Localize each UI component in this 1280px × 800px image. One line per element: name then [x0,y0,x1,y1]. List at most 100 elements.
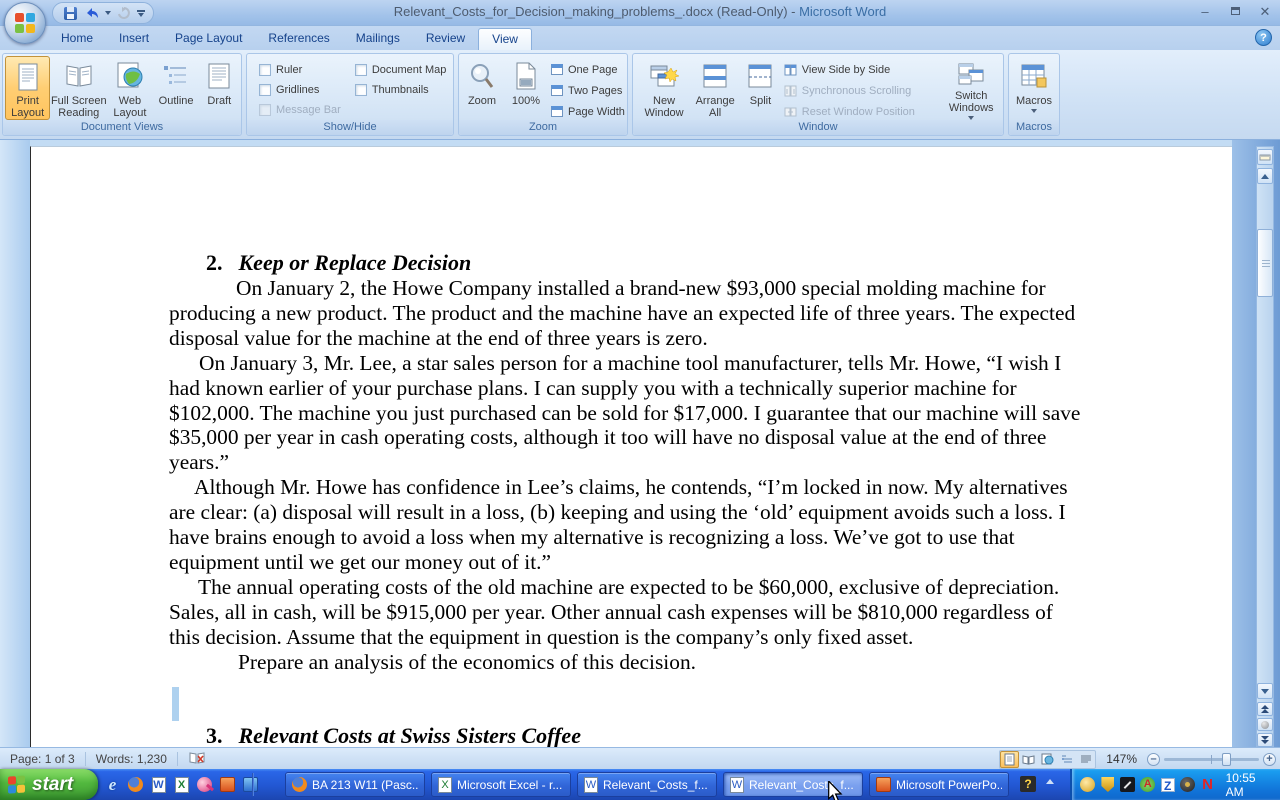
tab-insert[interactable]: Insert [106,28,162,50]
zoom-button[interactable]: Zoom [461,56,503,120]
quick-launch-bar: e W X [104,769,259,800]
scrollbar-thumb[interactable] [1257,229,1273,297]
view-ruler-toggle-button[interactable] [1257,149,1273,165]
start-label: start [32,774,73,796]
macros-label: Macros [1016,95,1052,107]
new-window-button[interactable]: New Window [641,56,687,120]
proofing-status-button[interactable] [178,751,216,767]
page-width-button[interactable]: Page Width [549,103,625,120]
tab-mailings[interactable]: Mailings [343,28,413,50]
group-show-hide: Ruler Gridlines Message Bar Document Map… [246,53,454,136]
taskbar-button-word-1[interactable]: W Relevant_Costs_f... [577,772,717,797]
tray-messenger-icon[interactable] [1080,777,1096,793]
help-button[interactable]: ? [1255,29,1272,46]
tab-home[interactable]: Home [48,28,106,50]
paragraph-5[interactable]: Prepare an analysis of the economics of … [169,650,1087,675]
print-layout-icon [11,60,45,93]
paragraph-3[interactable]: Although Mr. Howe has confidence in Lee’… [169,475,1087,575]
word-launch-icon[interactable]: W [150,776,167,793]
heading2-number: 2. [206,250,223,275]
draft-button[interactable]: Draft [200,56,239,120]
view-web-layout-button[interactable] [1038,751,1057,768]
previous-page-button[interactable] [1257,702,1273,716]
view-side-by-side-label: View Side by Side [802,64,890,76]
synchronous-scrolling-label: Synchronous Scrolling [802,85,911,97]
tab-page-layout[interactable]: Page Layout [162,28,255,50]
help-tray-button[interactable]: ? [1020,776,1036,792]
taskbar-clock[interactable]: 10:55 AM [1220,771,1280,799]
internet-explorer-icon[interactable]: e [104,776,121,793]
web-layout-button[interactable]: Web Layout [107,56,152,120]
synchronous-scrolling-button: Synchronous Scrolling [782,82,938,99]
select-browse-object-button[interactable] [1257,718,1273,731]
scroll-down-button[interactable] [1257,683,1273,699]
tab-review[interactable]: Review [413,28,478,50]
view-print-layout-icon [1004,753,1015,766]
view-full-screen-button[interactable] [1019,751,1038,768]
heading3-title: Relevant Costs at Swiss Sisters Coffee [239,723,581,748]
blue-app-icon[interactable] [242,776,259,793]
heading-keep-or-replace[interactable]: 2.Keep or Replace Decision [169,249,1087,276]
excel-launch-icon[interactable]: X [173,776,190,793]
macros-button[interactable]: Macros [1011,56,1057,120]
two-pages-label: Two Pages [568,85,622,97]
document-page[interactable]: 2.Keep or Replace Decision On January 2,… [30,146,1232,747]
two-pages-button[interactable]: Two Pages [549,82,625,99]
view-side-by-side-button[interactable]: View Side by Side [782,61,938,78]
tray-antivirus-icon[interactable]: A [1140,777,1156,793]
outline-button[interactable]: Outline [152,56,199,120]
word-count[interactable]: Words: 1,230 [86,751,177,767]
arrange-all-label: Arrange All [691,95,739,119]
page-indicator[interactable]: Page: 1 of 3 [0,751,85,767]
office-button[interactable] [4,2,46,44]
tray-norton-icon[interactable]: N [1200,777,1216,793]
switch-windows-label: Switch Windows [941,90,1001,114]
next-page-button[interactable] [1257,733,1273,747]
view-outline-button[interactable] [1057,751,1076,768]
document-map-checkbox[interactable]: Document Map [355,63,447,76]
vertical-scrollbar[interactable] [1256,146,1274,747]
restore-button[interactable] [1226,3,1244,19]
tray-tools-icon[interactable] [1120,777,1136,793]
orange-app-icon[interactable] [219,776,236,793]
tray-volume-icon[interactable] [1180,777,1196,793]
taskbar-button-firefox[interactable]: BA 213 W11 (Pasc... [285,772,425,797]
firefox-glyph [128,777,143,792]
tray-zonealarm-icon[interactable]: Z [1160,777,1176,793]
zoom-100-button[interactable]: 100% [505,56,547,120]
close-button[interactable]: ✕ [1256,3,1274,19]
scroll-up-button[interactable] [1257,168,1273,184]
view-draft-button[interactable] [1076,751,1095,768]
ruler-checkbox[interactable]: Ruler [259,63,341,76]
paragraph-2[interactable]: On January 3, Mr. Lee, a star sales pers… [169,351,1087,476]
view-print-layout-button[interactable] [1000,751,1019,768]
taskbar-separator [252,773,254,796]
thumbnails-checkbox[interactable]: Thumbnails [355,83,447,96]
paragraph-1[interactable]: On January 2, the Howe Company installed… [169,276,1087,351]
heading-swiss-sisters[interactable]: 3.Relevant Costs at Swiss Sisters Coffee [169,722,1087,748]
message-bar-checkbox: Message Bar [259,103,341,116]
show-hidden-icons-button[interactable] [1046,779,1054,784]
zoom-in-button[interactable]: + [1263,753,1276,766]
tab-references[interactable]: References [255,28,342,50]
taskbar-button-powerpoint[interactable]: Microsoft PowerPo... [869,772,1009,797]
tab-view[interactable]: View [478,28,532,50]
firefox-icon[interactable] [127,776,144,793]
full-screen-reading-button[interactable]: Full Screen Reading [50,56,107,120]
zoom-slider-thumb[interactable] [1222,753,1231,766]
taskbar-button-excel[interactable]: X Microsoft Excel - r... [431,772,571,797]
split-button[interactable]: Split [743,56,778,120]
zoom-out-button[interactable]: – [1147,753,1160,766]
gridlines-checkbox[interactable]: Gridlines [259,83,341,96]
switch-windows-button[interactable]: Switch Windows [941,56,1001,120]
zoom-level[interactable]: 147% [1098,752,1145,766]
start-button[interactable]: start [0,769,98,800]
one-page-button[interactable]: One Page [549,61,625,78]
paragraph-4[interactable]: The annual operating costs of the old ma… [169,575,1087,650]
zoom-slider-track[interactable] [1164,758,1259,761]
print-layout-button[interactable]: Print Layout [5,56,50,120]
minimize-button[interactable]: – [1196,3,1214,19]
tray-shield-icon[interactable] [1100,777,1116,793]
password-key-icon[interactable] [196,776,213,793]
arrange-all-button[interactable]: Arrange All [691,56,739,120]
